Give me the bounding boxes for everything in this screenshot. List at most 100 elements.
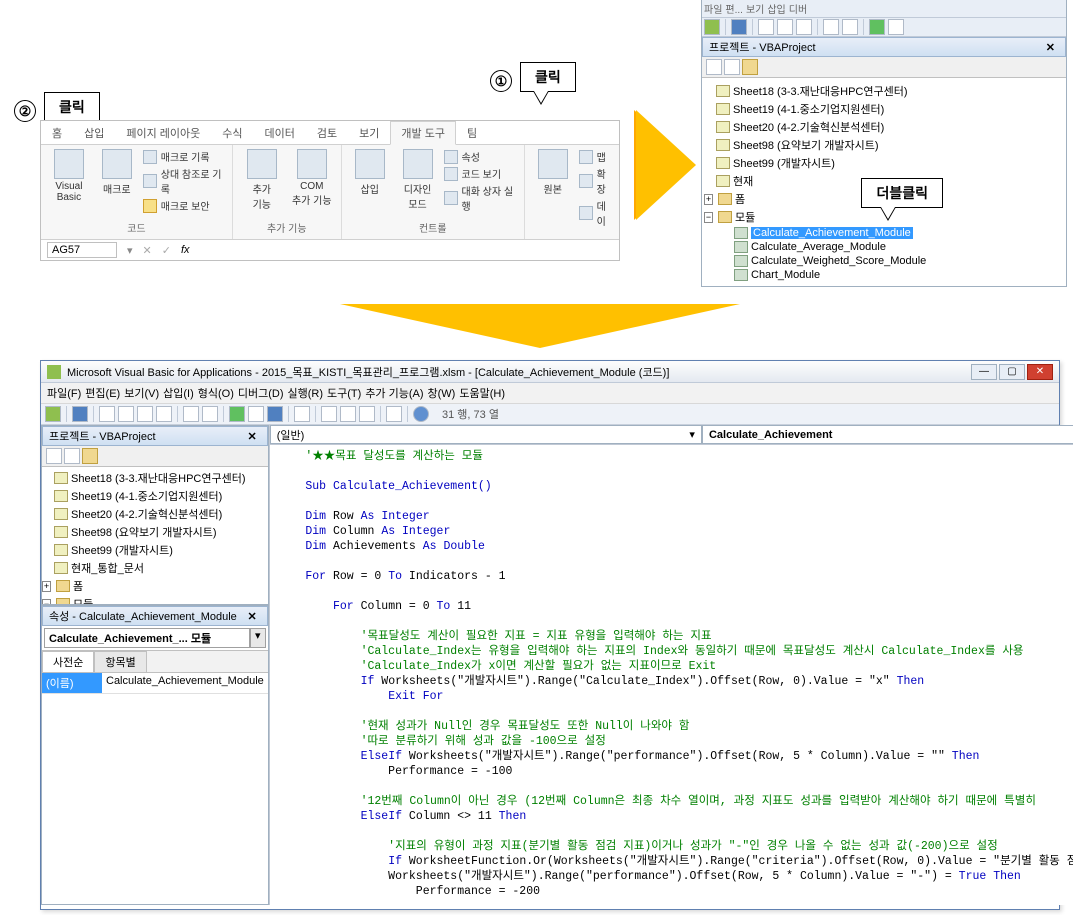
addins-button[interactable]: 추가 기능 [239, 147, 285, 213]
copy-icon[interactable] [777, 19, 793, 35]
expand-button[interactable]: 확장 [579, 166, 613, 196]
design-mode-button[interactable]: 디자인 모드 [396, 147, 440, 213]
tab-review[interactable]: 검토 [306, 121, 348, 144]
folder-toggle-icon[interactable] [742, 59, 758, 75]
properties-button[interactable]: 속성 [444, 149, 518, 164]
menu-debug[interactable]: 디버그(D) [238, 385, 284, 401]
tab-developer[interactable]: 개발 도구 [390, 121, 456, 145]
prop-row-name[interactable]: (이름) Calculate_Achievement_Module [42, 673, 268, 694]
tree-folder-modules[interactable]: −모듈 [42, 595, 266, 604]
fx-label[interactable]: fx [181, 244, 190, 256]
record-macro-button[interactable]: 매크로 기록 [143, 149, 226, 164]
menu-window[interactable]: 창(W) [428, 385, 456, 401]
run-icon[interactable] [869, 19, 885, 35]
tab-insert[interactable]: 삽입 [73, 121, 115, 144]
project-tree-full[interactable]: Sheet18 (3-3.재난대응HPC연구센터) Sheet19 (4-1.중… [42, 467, 268, 604]
com-addins-button[interactable]: COM 추가 기능 [289, 147, 335, 209]
find-icon[interactable] [156, 406, 172, 422]
vbe-menubar[interactable]: 파일(F) 편집(E) 보기(V) 삽입(I) 형식(O) 디버그(D) 실행(… [41, 383, 1059, 404]
view-object-tree-icon[interactable] [724, 59, 740, 75]
design-icon[interactable] [294, 406, 310, 422]
menu-help[interactable]: 도움말(H) [459, 385, 505, 401]
menu-run[interactable]: 실행(R) [288, 385, 324, 401]
undo-icon[interactable] [823, 19, 839, 35]
object-dropdown[interactable]: (일반)▾ [270, 425, 702, 444]
prop-name-value[interactable]: Calculate_Achievement_Module [102, 673, 268, 693]
menu-edit[interactable]: 편집(E) [85, 385, 120, 401]
prop-tab-alpha[interactable]: 사전순 [42, 651, 94, 673]
close-icon[interactable]: ✕ [244, 430, 261, 443]
run-dialog-button[interactable]: 대화 상자 실행 [444, 183, 518, 213]
source-button[interactable]: 원본 [531, 147, 575, 198]
excel-switch-icon[interactable] [45, 406, 61, 422]
object-browser-icon[interactable] [359, 406, 375, 422]
redo-icon[interactable] [842, 19, 858, 35]
menu-addins[interactable]: 추가 기능(A) [365, 385, 423, 401]
tab-home[interactable]: 홈 [41, 121, 73, 144]
menu-view[interactable]: 보기(V) [124, 385, 159, 401]
properties-object-selector[interactable]: Calculate_Achievement_... 모듈 ▾ [42, 626, 268, 651]
tree-module-chart[interactable]: Chart_Module [734, 268, 1062, 282]
visual-basic-button[interactable]: Visual Basic [47, 147, 91, 205]
tree-module-achievement[interactable]: Calculate_Achievement_Module [734, 226, 1062, 240]
data-button[interactable]: 데이 [579, 198, 613, 228]
paste-icon[interactable] [137, 406, 153, 422]
tree-folder-forms[interactable]: +폼 [42, 577, 266, 595]
tab-formulas[interactable]: 수식 [211, 121, 253, 144]
maximize-button[interactable]: ▢ [999, 364, 1025, 380]
macro-security-button[interactable]: 매크로 보안 [143, 198, 226, 213]
redo-icon[interactable] [202, 406, 218, 422]
menu-tools[interactable]: 도구(T) [327, 385, 361, 401]
map-button[interactable]: 맵 [579, 149, 613, 164]
project-explorer-icon[interactable] [321, 406, 337, 422]
tree-sheet[interactable]: Sheet19 (4-1.중소기업지원센터) [54, 487, 266, 505]
run-icon[interactable] [229, 406, 245, 422]
break-icon[interactable] [248, 406, 264, 422]
relative-ref-button[interactable]: 상대 참조로 기록 [143, 166, 226, 196]
undo-icon[interactable] [183, 406, 199, 422]
cut-icon[interactable] [99, 406, 115, 422]
prop-tab-category[interactable]: 항목별 [94, 651, 146, 673]
properties-window-icon[interactable] [340, 406, 356, 422]
tree-module-average[interactable]: Calculate_Average_Module [734, 240, 1062, 254]
menu-file[interactable]: 파일(F) [47, 385, 81, 401]
name-box[interactable]: AG57 [47, 242, 117, 258]
save-icon[interactable] [731, 19, 747, 35]
copy-icon[interactable] [118, 406, 134, 422]
tab-pagelayout[interactable]: 페이지 레이아웃 [115, 121, 211, 144]
tab-team[interactable]: 팀 [456, 121, 488, 144]
vbe-titlebar[interactable]: Microsoft Visual Basic for Applications … [41, 361, 1059, 383]
tab-data[interactable]: 데이터 [254, 121, 306, 144]
reset-icon[interactable] [267, 406, 283, 422]
tree-sheet[interactable]: Sheet98 (요약보기 개발자시트) [716, 136, 1062, 154]
code-editor[interactable]: '★★목표 달성도를 계산하는 모듈 Sub Calculate_Achieve… [270, 445, 1073, 905]
tree-sheet[interactable]: Sheet98 (요약보기 개발자시트) [54, 523, 266, 541]
menu-format[interactable]: 형식(O) [198, 385, 234, 401]
tree-sheet[interactable]: Sheet18 (3-3.재난대응HPC연구센터) [54, 469, 266, 487]
dropdown-arrow-icon[interactable]: ▾ [250, 628, 266, 648]
view-code-button[interactable]: 코드 보기 [444, 166, 518, 181]
close-icon[interactable]: ✕ [244, 610, 261, 623]
procedure-dropdown[interactable]: Calculate_Achievement▾ [702, 425, 1073, 444]
tree-sheet[interactable]: Sheet99 (개발자시트) [54, 541, 266, 559]
break-icon[interactable] [888, 19, 904, 35]
view-code-icon[interactable] [46, 448, 62, 464]
tree-sheet[interactable]: Sheet99 (개발자시트) [716, 154, 1062, 172]
tree-sheet[interactable]: Sheet20 (4-2.기술혁신분석센터) [716, 118, 1062, 136]
help-icon[interactable] [413, 406, 429, 422]
properties-grid[interactable]: (이름) Calculate_Achievement_Module [42, 673, 268, 904]
folder-toggle-icon[interactable] [82, 448, 98, 464]
tree-module-weighted[interactable]: Calculate_Weighetd_Score_Module [734, 254, 1062, 268]
tree-thisworkbook[interactable]: 현재_통합_문서 [54, 559, 266, 577]
toolbox-icon[interactable] [386, 406, 402, 422]
cut-icon[interactable] [758, 19, 774, 35]
close-button[interactable]: ✕ [1027, 364, 1053, 380]
insert-control-button[interactable]: 삽입 [348, 147, 392, 198]
minimize-button[interactable]: — [971, 364, 997, 380]
tree-sheet[interactable]: Sheet18 (3-3.재난대응HPC연구센터) [716, 82, 1062, 100]
view-object-icon[interactable] [64, 448, 80, 464]
view-code-tree-icon[interactable] [706, 59, 722, 75]
excel-icon[interactable] [704, 19, 720, 35]
tree-sheet[interactable]: Sheet19 (4-1.중소기업지원센터) [716, 100, 1062, 118]
paste-icon[interactable] [796, 19, 812, 35]
